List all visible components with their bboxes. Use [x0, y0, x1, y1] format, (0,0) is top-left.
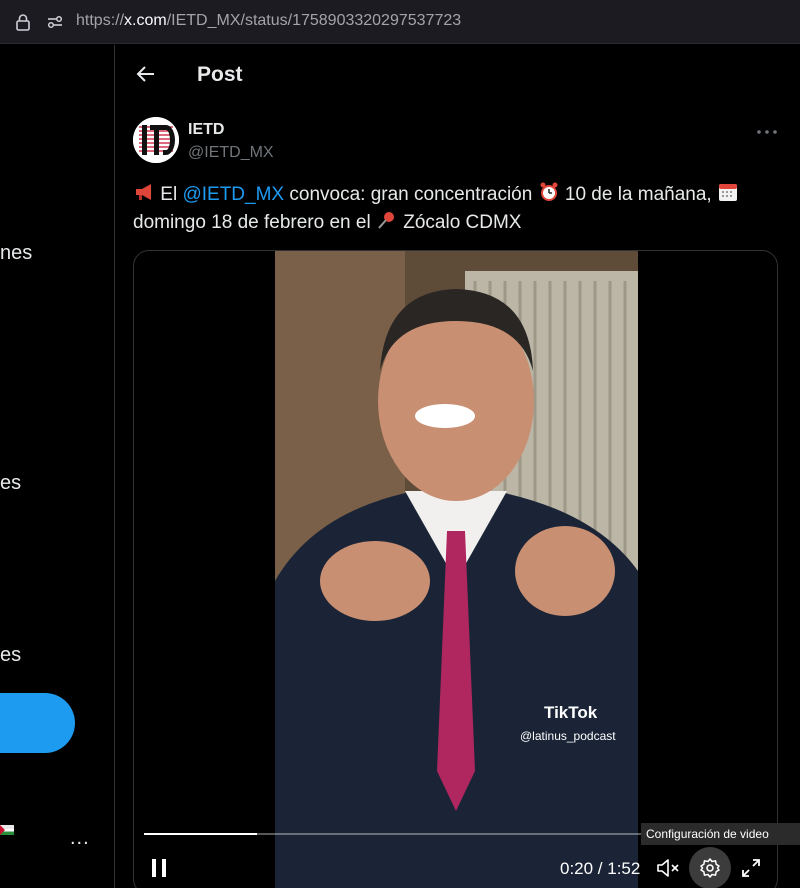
lock-icon[interactable]: [14, 13, 32, 31]
page-title: Post: [197, 63, 243, 86]
sidebar-item-label[interactable]: es: [0, 472, 21, 495]
url-field[interactable]: https://x.com/IETD_MX/status/17589033202…: [76, 12, 461, 30]
calendar-icon: [718, 184, 737, 201]
browser-address-bar: https://x.com/IETD_MX/status/17589033202…: [0, 0, 800, 44]
author-name[interactable]: IETD: [188, 121, 224, 139]
gear-icon: [700, 858, 720, 878]
tweet-text-part: convoca: gran concentración: [284, 184, 538, 205]
back-arrow-icon[interactable]: [135, 63, 157, 85]
url-path: /IETD_MX/status/1758903320297537723: [166, 12, 462, 29]
tweet-text-part: El: [155, 184, 183, 205]
tweet-text-part: Zócalo CDMX: [397, 212, 522, 233]
video-time: 0:20 / 1:52: [560, 859, 641, 878]
url-prefix: https://: [76, 12, 125, 29]
pause-icon[interactable]: [149, 857, 169, 879]
tweet-text-part: domingo 18 de febrero en el: [133, 212, 376, 233]
ietd-logo-icon: [133, 117, 179, 163]
compose-post-button[interactable]: [0, 693, 75, 753]
mention-link[interactable]: @IETD_MX: [182, 184, 284, 205]
alarm-clock-icon: [540, 182, 558, 201]
video-frame: [275, 251, 638, 888]
tiktok-handle: @latinus_podcast: [520, 729, 616, 743]
video-settings-tooltip: Configuración de video: [641, 823, 800, 845]
video-player[interactable]: TikTok @latinus_podcast 0:20 / 1:52: [133, 250, 778, 888]
permissions-icon[interactable]: [46, 13, 64, 31]
avatar[interactable]: [133, 117, 179, 163]
video-settings-button[interactable]: [689, 847, 731, 888]
video-progress-fill: [144, 833, 257, 835]
muted-volume-icon[interactable]: [656, 857, 682, 879]
author-handle[interactable]: @IETD_MX: [188, 144, 274, 162]
account-more-icon[interactable]: ...: [70, 827, 90, 850]
megaphone-icon: [136, 184, 151, 200]
sidebar-item-label[interactable]: nes: [0, 242, 32, 265]
more-options-icon[interactable]: [755, 127, 779, 137]
tweet-text: El @IETD_MX convoca: gran concentración …: [133, 181, 773, 237]
pushpin-icon: [378, 212, 394, 229]
sidebar: nes es es ...: [0, 45, 114, 888]
tweet-text-part: 10 de la mañana,: [559, 184, 717, 205]
fullscreen-icon[interactable]: [740, 857, 762, 879]
flag-icon: [0, 825, 14, 835]
tiktok-watermark: TikTok: [544, 703, 598, 722]
url-host: x.com: [124, 12, 167, 29]
main-column: Post IETD @IETD_MX El @IETD_MX convoca: …: [115, 45, 800, 888]
sidebar-item-label[interactable]: es: [0, 644, 21, 667]
